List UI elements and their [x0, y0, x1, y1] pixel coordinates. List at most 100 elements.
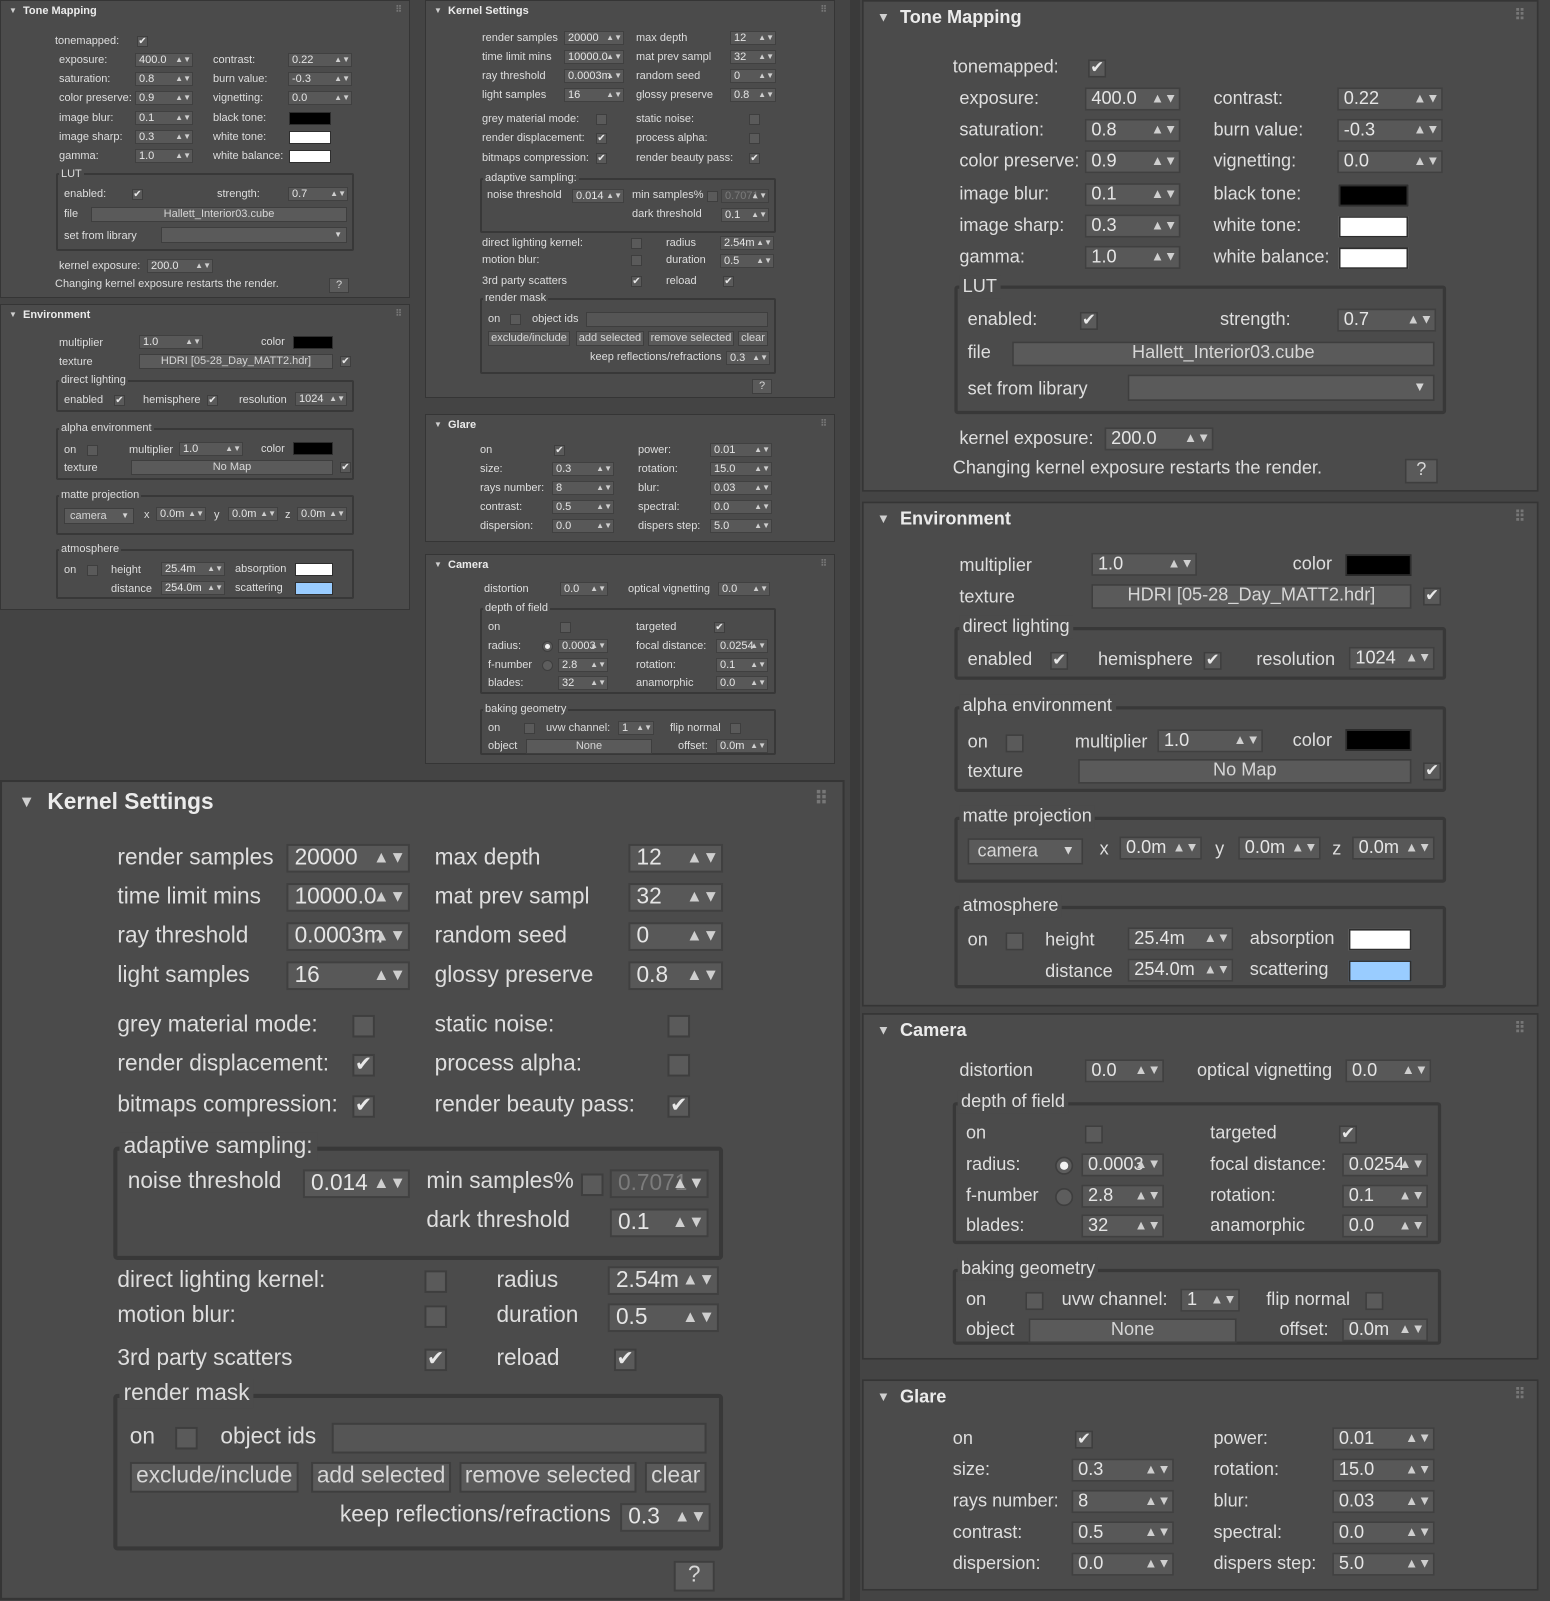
- spinner-arrows-icon[interactable]: ▲▼: [1405, 1460, 1431, 1480]
- process-alpha-checkbox[interactable]: [749, 133, 760, 144]
- cam-rotation-spinner[interactable]: 0.1 ▲▼: [1342, 1184, 1428, 1208]
- focal-distance-spinner[interactable]: 0.0254 ▲▼: [716, 639, 768, 653]
- optical-vignetting-spinner[interactable]: 0.0 ▲▼: [1345, 1059, 1432, 1083]
- spinner-arrows-icon[interactable]: ▲▼: [1151, 152, 1177, 172]
- f-number-radio[interactable]: [1055, 1188, 1074, 1207]
- spinner-arrows-icon[interactable]: ▲▼: [590, 677, 606, 689]
- spinner-arrows-icon[interactable]: ▲▼: [1151, 120, 1177, 140]
- spinner-arrows-icon[interactable]: ▲▼: [1184, 429, 1210, 449]
- x-spinner[interactable]: 0.0m ▲▼: [156, 507, 206, 521]
- dispers-step-spinner[interactable]: 5.0 ▲▼: [710, 519, 772, 533]
- exposure-spinner[interactable]: 400.0 ▲▼: [1084, 87, 1181, 111]
- black-tone-swatch[interactable]: [1338, 184, 1409, 207]
- collapse-icon[interactable]: ▼: [877, 10, 890, 25]
- third-party-scatters-checkbox[interactable]: ✔: [424, 1348, 448, 1372]
- spinner-arrows-icon[interactable]: ▲▼: [756, 255, 772, 267]
- mat-prev-sampl-spinner[interactable]: 32 ▲▼: [628, 883, 724, 912]
- mat-prev-sampl-spinner[interactable]: 32 ▲▼: [730, 50, 776, 64]
- help-button[interactable]: ?: [1404, 458, 1438, 484]
- collapse-icon[interactable]: ▼: [434, 6, 442, 15]
- dl-enabled-checkbox[interactable]: ✔: [1050, 651, 1069, 670]
- x-spinner[interactable]: 0.0m ▲▼: [1119, 836, 1202, 860]
- spinner-arrows-icon[interactable]: ▲▼: [1407, 310, 1433, 330]
- library-dropdown[interactable]: ▼: [1127, 374, 1435, 401]
- render-mask-on-checkbox[interactable]: [175, 1426, 198, 1450]
- focal-distance-spinner[interactable]: 0.0254 ▲▼: [1342, 1153, 1428, 1177]
- saturation-spinner[interactable]: 0.8 ▲▼: [135, 72, 193, 86]
- spinner-arrows-icon[interactable]: ▲▼: [1402, 1061, 1428, 1081]
- light-samples-spinner[interactable]: 16 ▲▼: [286, 961, 410, 991]
- direct-lighting-kernel-checkbox[interactable]: [424, 1270, 448, 1293]
- spinner-arrows-icon[interactable]: ▲▼: [1135, 1186, 1161, 1206]
- atm-on-checkbox[interactable]: [87, 565, 98, 576]
- spinner-arrows-icon[interactable]: ▲▼: [672, 1211, 705, 1236]
- offset-spinner[interactable]: 0.0m ▲▼: [1342, 1318, 1428, 1342]
- texture-button[interactable]: HDRI [05-28_Day_MATT2.hdr]: [1091, 584, 1412, 609]
- spinner-arrows-icon[interactable]: ▲▼: [750, 659, 766, 671]
- glare-header[interactable]: ▼ Glare ⠿: [426, 415, 834, 437]
- collapse-icon[interactable]: ▼: [9, 6, 17, 15]
- time-limit-spinner[interactable]: 10000.0 ▲▼: [564, 50, 624, 64]
- spinner-arrows-icon[interactable]: ▲▼: [590, 640, 606, 652]
- tone-mapping-header[interactable]: ▼ Tone Mapping ⠿: [864, 2, 1537, 38]
- spinner-arrows-icon[interactable]: ▲▼: [590, 659, 606, 671]
- ae-multiplier-spinner[interactable]: 1.0 ▲▼: [179, 442, 243, 456]
- spinner-arrows-icon[interactable]: ▲▼: [1210, 1290, 1236, 1310]
- image-blur-spinner[interactable]: 0.1 ▲▼: [135, 111, 193, 125]
- glossy-preserve-spinner[interactable]: 0.8 ▲▼: [628, 961, 724, 991]
- bitmaps-compression-checkbox[interactable]: ✔: [596, 153, 607, 164]
- spinner-arrows-icon[interactable]: ▲▼: [1405, 648, 1431, 668]
- spinner-arrows-icon[interactable]: ▲▼: [752, 352, 768, 364]
- grip-icon[interactable]: ⠿: [1514, 1020, 1525, 1038]
- render-samples-spinner[interactable]: 20000 ▲▼: [564, 31, 624, 45]
- clear-button[interactable]: clear: [738, 331, 768, 346]
- bg-on-checkbox[interactable]: [1025, 1291, 1044, 1311]
- ae-color-swatch[interactable]: [1345, 729, 1412, 751]
- noise-threshold-spinner[interactable]: 0.014 ▲▼: [302, 1169, 410, 1199]
- burn-value-spinner[interactable]: -0.3 ▲▼: [288, 72, 352, 86]
- spinner-arrows-icon[interactable]: ▲▼: [751, 190, 767, 202]
- spinner-arrows-icon[interactable]: ▲▼: [1413, 120, 1439, 140]
- spinner-arrows-icon[interactable]: ▲▼: [750, 740, 766, 752]
- grey-material-mode-checkbox[interactable]: [596, 114, 607, 125]
- help-button[interactable]: ?: [329, 278, 349, 293]
- spinner-arrows-icon[interactable]: ▲▼: [751, 209, 767, 221]
- spinner-arrows-icon[interactable]: ▲▼: [207, 563, 223, 575]
- spinner-arrows-icon[interactable]: ▲▼: [334, 54, 350, 66]
- color-preserve-spinner[interactable]: 0.9 ▲▼: [135, 91, 193, 105]
- spinner-arrows-icon[interactable]: ▲▼: [1405, 1523, 1431, 1543]
- spinner-arrows-icon[interactable]: ▲▼: [1144, 1492, 1170, 1512]
- lut-strength-spinner[interactable]: 0.7 ▲▼: [288, 187, 348, 201]
- spinner-arrows-icon[interactable]: ▲▼: [756, 237, 772, 249]
- spinner-arrows-icon[interactable]: ▲▼: [175, 150, 191, 162]
- spinner-arrows-icon[interactable]: ▲▼: [596, 520, 612, 532]
- anamorphic-spinner[interactable]: 0.0 ▲▼: [1342, 1214, 1428, 1238]
- spinner-arrows-icon[interactable]: ▲▼: [686, 846, 719, 871]
- spinner-arrows-icon[interactable]: ▲▼: [1144, 1523, 1170, 1543]
- lut-strength-spinner[interactable]: 0.7 ▲▼: [1337, 308, 1437, 332]
- spinner-arrows-icon[interactable]: ▲▼: [1405, 1492, 1431, 1512]
- burn-value-spinner[interactable]: -0.3 ▲▼: [1337, 118, 1443, 142]
- spinner-arrows-icon[interactable]: ▲▼: [1405, 1429, 1431, 1449]
- environment-header[interactable]: ▼ Environment ⠿: [864, 503, 1537, 539]
- dof-on-checkbox[interactable]: [560, 622, 571, 633]
- spinner-arrows-icon[interactable]: ▲▼: [1413, 89, 1439, 109]
- grip-icon[interactable]: ⠿: [820, 418, 827, 429]
- dropdown-arrow-icon[interactable]: ▼: [334, 228, 342, 242]
- render-displacement-checkbox[interactable]: ✔: [352, 1053, 375, 1077]
- y-spinner[interactable]: 0.0m ▲▼: [228, 507, 278, 521]
- collapse-icon[interactable]: ▼: [877, 1023, 890, 1038]
- ae-texture-button[interactable]: No Map: [131, 460, 333, 475]
- spinner-arrows-icon[interactable]: ▲▼: [373, 963, 406, 988]
- spinner-arrows-icon[interactable]: ▲▼: [185, 336, 201, 348]
- color-preserve-spinner[interactable]: 0.9 ▲▼: [1084, 150, 1181, 174]
- object-button[interactable]: None: [526, 739, 652, 754]
- glare-blur-spinner[interactable]: 0.03 ▲▼: [710, 481, 772, 495]
- size-spinner[interactable]: 0.3 ▲▼: [552, 462, 614, 476]
- lut-enabled-checkbox[interactable]: ✔: [1079, 311, 1098, 330]
- absorption-swatch[interactable]: [295, 563, 333, 576]
- image-sharp-spinner[interactable]: 0.3 ▲▼: [135, 130, 193, 144]
- min-samples-checkbox[interactable]: [707, 191, 718, 202]
- flip-normal-checkbox[interactable]: [1365, 1291, 1384, 1311]
- cam-rotation-spinner[interactable]: 0.1 ▲▼: [716, 658, 768, 672]
